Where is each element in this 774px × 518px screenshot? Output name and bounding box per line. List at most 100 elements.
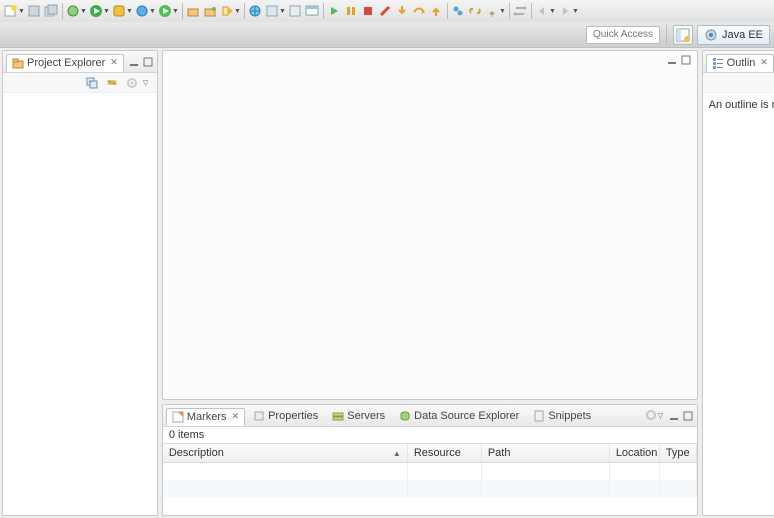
close-icon[interactable]: ✕ (232, 411, 240, 422)
step-over-icon[interactable] (411, 3, 427, 19)
project-explorer-tabrow: Project Explorer ✕ (3, 51, 157, 73)
close-icon[interactable]: ✕ (760, 57, 768, 68)
markers-column-headers: Description▲ Resource Path Location Type (163, 443, 697, 463)
tab-servers[interactable]: Servers (326, 407, 391, 425)
save-icon[interactable] (26, 3, 42, 19)
tab-outline-label: Outlin (727, 57, 756, 69)
back-icon[interactable] (534, 3, 550, 19)
tab-snippets[interactable]: Snippets (527, 407, 597, 425)
minimize-view-icon[interactable] (128, 56, 140, 68)
dropdown-icon[interactable]: ▼ (549, 8, 555, 15)
perspective-java-ee[interactable]: Java EE (697, 25, 770, 45)
save-all-icon[interactable] (43, 3, 59, 19)
col-resource[interactable]: Resource (408, 444, 482, 463)
project-explorer-body (3, 93, 157, 515)
pin-icon[interactable] (484, 3, 500, 19)
project-explorer-toolbar: ▽ (3, 73, 157, 93)
link-with-editor-icon[interactable] (105, 76, 119, 90)
tab-markers-label: Markers (187, 411, 227, 423)
outline-icon (712, 57, 724, 69)
tab-outline[interactable]: Outlin ✕ (706, 54, 774, 72)
col-description[interactable]: Description▲ (163, 444, 408, 463)
tab-snippets-label: Snippets (548, 410, 591, 422)
open-perspective-button[interactable] (673, 25, 693, 45)
snippets-icon (533, 410, 545, 422)
outline-tabrow: Outlin ✕ Task L (703, 51, 774, 73)
open-task-icon[interactable] (219, 3, 235, 19)
project-explorer-icon (12, 57, 24, 69)
col-location[interactable]: Location (610, 444, 660, 463)
tab-properties[interactable]: Properties (247, 407, 324, 425)
tab-markers[interactable]: Markers ✕ (166, 408, 245, 426)
task-icon[interactable] (287, 3, 303, 19)
forward-icon[interactable] (557, 3, 573, 19)
data-source-explorer-icon (399, 410, 411, 422)
dropdown-icon[interactable]: ▼ (172, 8, 178, 15)
dropdown-icon[interactable]: ▼ (572, 8, 578, 15)
debug-icon[interactable] (111, 3, 127, 19)
web-browser-icon[interactable] (247, 3, 263, 19)
minimize-view-icon[interactable] (668, 410, 680, 422)
toggle-icon[interactable] (512, 3, 528, 19)
sort-asc-icon: ▲ (393, 449, 401, 458)
step-return-icon[interactable] (428, 3, 444, 19)
collapse-all-icon[interactable] (85, 76, 99, 90)
table-row (163, 463, 697, 480)
tab-dse-label: Data Source Explorer (414, 410, 519, 422)
new-server-icon[interactable] (185, 3, 201, 19)
col-type[interactable]: Type (660, 444, 697, 463)
project-explorer-title: Project Explorer (27, 57, 105, 69)
tab-servers-label: Servers (347, 410, 385, 422)
pause-icon[interactable] (343, 3, 359, 19)
link-editor-icon[interactable] (467, 3, 483, 19)
disconnect-icon[interactable] (377, 3, 393, 19)
perspective-bar: Java EE (0, 22, 774, 48)
annotate-icon[interactable] (264, 3, 280, 19)
dropdown-icon[interactable]: ▼ (279, 8, 285, 15)
view-filter-icon[interactable] (645, 409, 658, 422)
markers-rows (163, 463, 697, 497)
dropdown-icon[interactable]: ▼ (103, 8, 109, 15)
markers-item-count: 0 items (163, 427, 697, 443)
workbench: Project Explorer ✕ ▽ (0, 48, 774, 518)
step-into-icon[interactable] (394, 3, 410, 19)
dropdown-icon[interactable]: ▼ (499, 8, 505, 15)
view-menu-icon[interactable]: ▽ (658, 412, 664, 420)
run-last-icon[interactable] (134, 3, 150, 19)
col-path[interactable]: Path (482, 444, 610, 463)
tab-data-source-explorer[interactable]: Data Source Explorer (393, 407, 525, 425)
dropdown-icon[interactable]: ▼ (18, 8, 24, 15)
maximize-editor-icon[interactable] (680, 54, 692, 66)
breakpoints-icon[interactable] (450, 3, 466, 19)
editor-area (162, 50, 698, 400)
external-tools-icon[interactable] (157, 3, 173, 19)
dropdown-icon[interactable]: ▼ (126, 8, 132, 15)
quick-access-input[interactable] (586, 26, 660, 44)
run-icon[interactable] (88, 3, 104, 19)
table-row (163, 480, 697, 497)
dropdown-icon[interactable]: ▼ (234, 8, 240, 15)
build-icon[interactable] (65, 3, 81, 19)
bottom-view-stack: Markers ✕ Properties Servers Data Source… (162, 404, 698, 516)
new-wizard-icon[interactable] (3, 3, 19, 19)
perspective-label: Java EE (722, 29, 763, 41)
view-menu-icon[interactable]: ▽ (143, 79, 149, 87)
stop-icon[interactable] (360, 3, 376, 19)
main-toolbar: ▼ ▼ ▼ ▼ ▼ ▼ ▼ ▼ ▼ ▼ ▼ (0, 0, 774, 22)
dropdown-icon[interactable]: ▼ (149, 8, 155, 15)
outline-message: An outline is not available. (709, 99, 774, 111)
focus-task-icon[interactable] (125, 76, 139, 90)
maximize-view-icon[interactable] (682, 410, 694, 422)
tab-project-explorer[interactable]: Project Explorer ✕ (6, 54, 124, 72)
open-type-icon[interactable] (202, 3, 218, 19)
maximize-view-icon[interactable] (142, 56, 154, 68)
outline-body: An outline is not available. (703, 93, 774, 515)
markers-icon (172, 411, 184, 423)
close-icon[interactable]: ✕ (110, 57, 118, 68)
outline-toolbar: ▽ (703, 73, 774, 93)
window-icon[interactable] (304, 3, 320, 19)
properties-icon (253, 410, 265, 422)
minimize-editor-icon[interactable] (666, 54, 678, 66)
dropdown-icon[interactable]: ▼ (80, 8, 86, 15)
resume-icon[interactable] (326, 3, 342, 19)
